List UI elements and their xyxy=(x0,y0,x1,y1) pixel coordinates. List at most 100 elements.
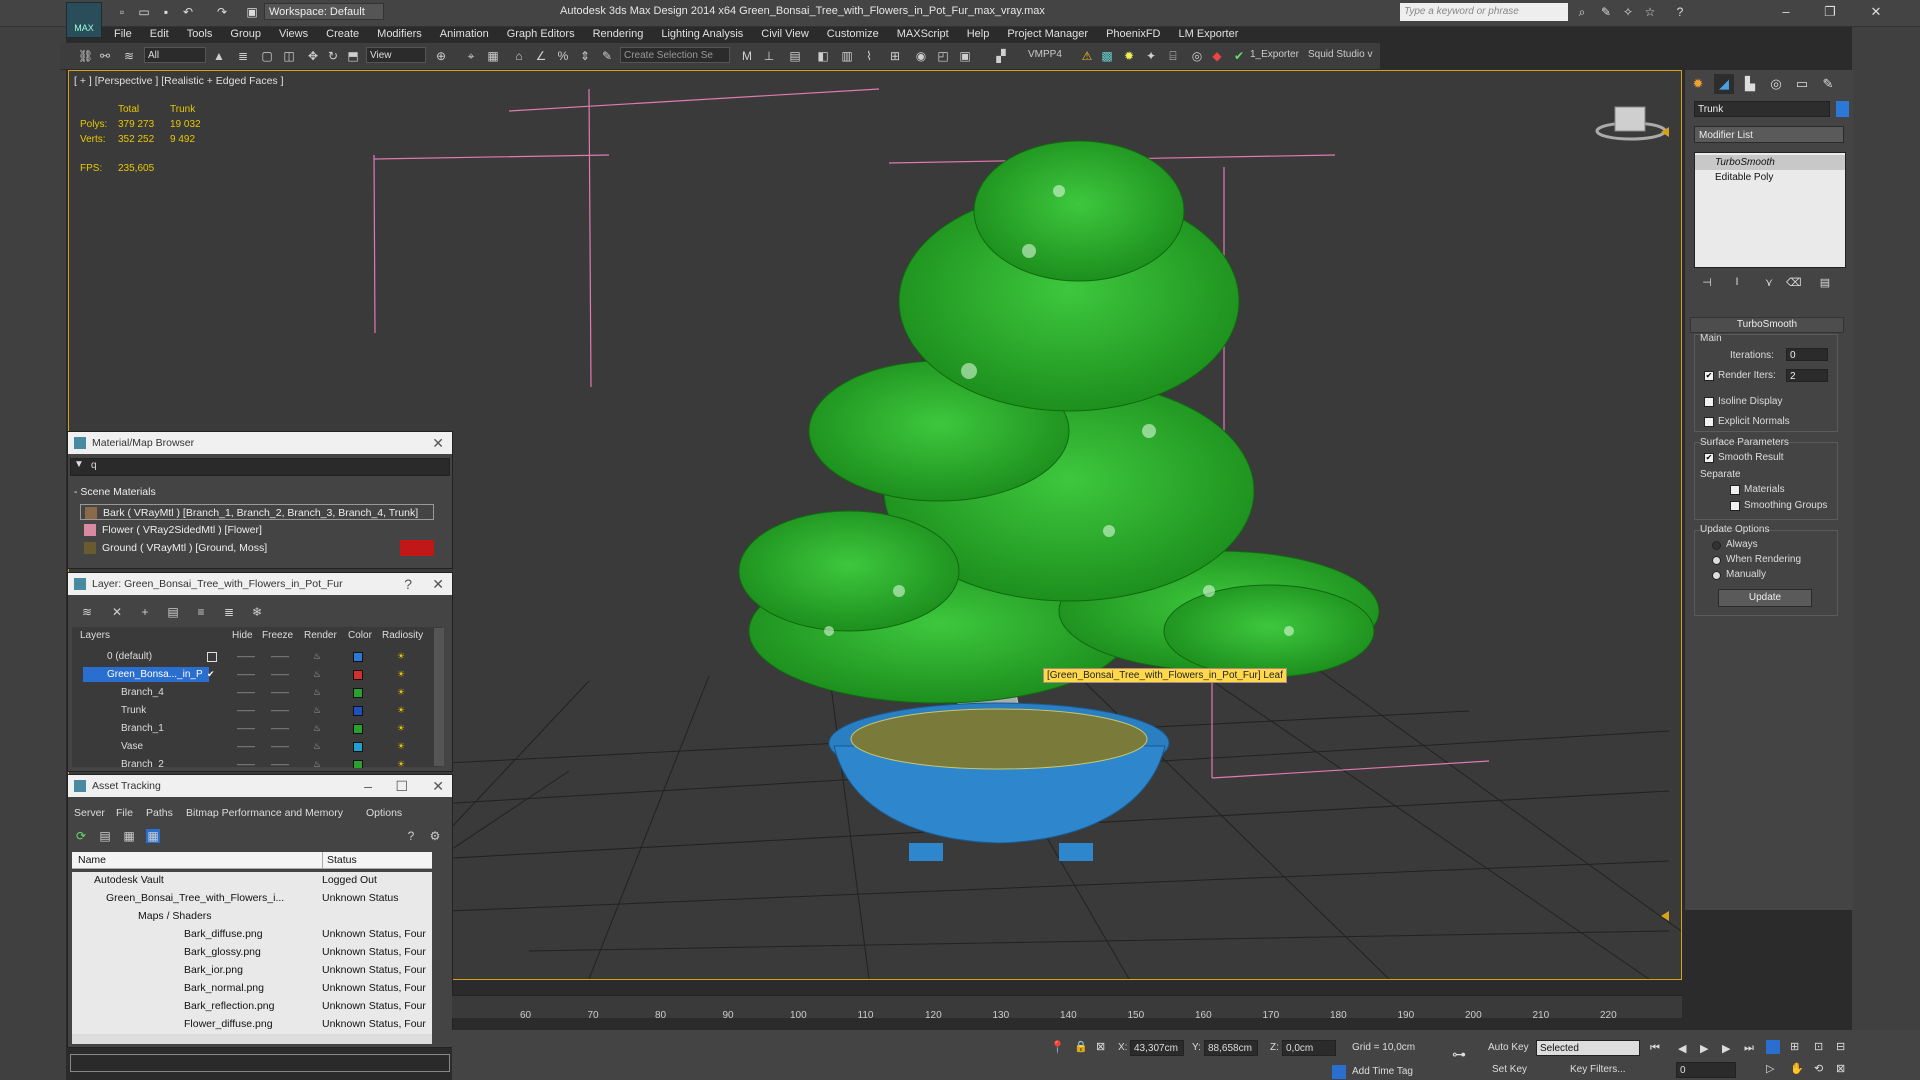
bind-spacewarp-icon[interactable]: ≋ xyxy=(122,49,136,63)
material-browser-titlebar[interactable]: Material/Map Browser ✕ xyxy=(68,432,452,454)
layers-header[interactable]: Layers xyxy=(80,630,110,641)
lens-icon[interactable]: ◎ xyxy=(1190,49,1204,63)
menu-tools[interactable]: Tools xyxy=(178,25,222,43)
schematic-view-icon[interactable]: ⊞ xyxy=(888,49,902,63)
render-teapot-icon[interactable]: ♨ xyxy=(313,738,321,755)
menu-views[interactable]: Views xyxy=(270,25,317,43)
asset-row[interactable]: Maps / Shaders xyxy=(72,908,432,927)
radiosity-icon[interactable]: ☀ xyxy=(397,648,405,665)
render-header[interactable]: Render xyxy=(304,630,337,641)
refresh-icon[interactable]: ⟳ xyxy=(74,829,88,843)
squid-studio-label[interactable]: Squid Studio v xyxy=(1308,49,1373,60)
radiosity-icon[interactable]: ☀ xyxy=(397,738,405,755)
graphite-ribbon-icon[interactable]: ▥ xyxy=(840,49,854,63)
object-color-swatch[interactable] xyxy=(1836,101,1849,117)
orbit-icon[interactable]: ⟲ xyxy=(1814,1062,1823,1075)
absolute-mode-icon[interactable]: ⊠ xyxy=(1096,1040,1105,1053)
hide-toggle[interactable]: —— xyxy=(237,702,255,719)
material-item[interactable]: Bark ( VRayMtl ) [Branch_1, Branch_2, Br… xyxy=(80,504,434,520)
edit-named-sets-icon[interactable]: ✎ xyxy=(600,49,614,63)
layer-row[interactable]: Green_Bonsa..._in_P ✔ —— —— ♨ ☀ xyxy=(77,666,447,683)
close-icon[interactable]: ✕ xyxy=(432,573,444,595)
active-layer-box[interactable] xyxy=(207,652,217,662)
current-layer-check-icon[interactable]: ✔ xyxy=(207,666,215,683)
menu-file[interactable]: File xyxy=(105,25,141,43)
iterations-spinner[interactable]: 0 xyxy=(1786,348,1828,361)
scene-materials-header[interactable]: - Scene Materials xyxy=(74,486,156,498)
hide-header[interactable]: Hide xyxy=(232,630,253,641)
select-rotate-icon[interactable]: ↻ xyxy=(326,49,340,63)
render-teapot-icon[interactable]: ♨ xyxy=(313,648,321,665)
layer-color-swatch[interactable] xyxy=(353,760,363,768)
align-icon[interactable]: ⊥ xyxy=(762,49,776,63)
hide-toggle[interactable]: —— xyxy=(237,738,255,755)
menu-group[interactable]: Group xyxy=(221,25,270,43)
update-button[interactable]: Update xyxy=(1718,589,1812,607)
redo-icon[interactable]: ↷ xyxy=(214,4,230,20)
menu-create[interactable]: Create xyxy=(317,25,368,43)
asset-row[interactable]: Flower_diffuse.png Unknown Status, Four xyxy=(72,1016,432,1035)
status-column-header[interactable]: Status xyxy=(322,852,357,868)
light-lister-icon[interactable]: ✹ xyxy=(1122,49,1136,63)
add-to-layer-icon[interactable]: + xyxy=(138,605,152,619)
asset-menu-bitmap[interactable]: Bitmap Performance and Memory xyxy=(186,807,343,819)
hide-toggle[interactable]: —— xyxy=(237,720,255,737)
maxscript-listener-input[interactable] xyxy=(70,1054,450,1072)
asset-horizontal-scrollbar[interactable] xyxy=(72,1034,432,1044)
select-by-name-icon[interactable]: ≣ xyxy=(236,49,250,63)
smoothing-groups-checkbox[interactable] xyxy=(1730,501,1740,511)
y-coordinate-field[interactable]: 88,658cm xyxy=(1204,1040,1258,1056)
zoom-extents-all-icon[interactable]: ⊟ xyxy=(1836,1040,1845,1053)
freeze-toggle[interactable]: —— xyxy=(271,666,289,683)
exporter-label[interactable]: 1_Exporter xyxy=(1250,49,1299,60)
favorites-star-icon[interactable]: ☆ xyxy=(1642,4,1658,20)
menu-animation[interactable]: Animation xyxy=(431,25,498,43)
vray-frame-buffer-icon[interactable]: ▩ xyxy=(1100,49,1114,63)
asset-tracking-titlebar[interactable]: Asset Tracking – ☐ ✕ xyxy=(68,775,452,797)
help-icon[interactable]: ? xyxy=(404,573,412,595)
angle-snap-icon[interactable]: ∠ xyxy=(534,49,548,63)
menu-modifiers[interactable]: Modifiers xyxy=(368,25,431,43)
name-column-header[interactable]: Name xyxy=(78,852,106,868)
communication-icon[interactable]: ✧ xyxy=(1620,4,1636,20)
red-record-icon[interactable]: ◆ xyxy=(1210,49,1224,63)
layer-color-swatch[interactable] xyxy=(353,706,363,716)
render-teapot-icon[interactable]: ♨ xyxy=(313,702,321,719)
asset-row[interactable]: Bark_glossy.png Unknown Status, Four xyxy=(72,944,432,963)
help-icon[interactable]: ? xyxy=(404,829,418,843)
time-tag-icon[interactable] xyxy=(1332,1065,1346,1079)
freeze-header[interactable]: Freeze xyxy=(262,630,293,641)
lock-icon[interactable]: 🔒 xyxy=(1074,1040,1088,1053)
layer-row[interactable]: Branch_1 —— —— ♨ ☀ xyxy=(77,720,447,737)
material-item[interactable]: Flower ( VRay2SidedMtl ) [Flower] xyxy=(80,522,434,538)
stack-item-editable-poly[interactable]: Editable Poly xyxy=(1695,170,1845,185)
hide-toggle[interactable]: —— xyxy=(237,648,255,665)
freeze-toggle[interactable]: —— xyxy=(271,684,289,701)
modifier-list-dropdown[interactable]: Modifier List xyxy=(1694,126,1844,143)
show-end-result-icon[interactable]: Ι xyxy=(1730,276,1744,290)
materials-checkbox[interactable] xyxy=(1730,485,1740,495)
manually-radio[interactable] xyxy=(1712,571,1721,580)
create-layer-icon[interactable]: ≋ xyxy=(80,605,94,619)
search-input[interactable]: Type a keyword or phrase xyxy=(1400,3,1568,21)
menu-edit[interactable]: Edit xyxy=(141,25,178,43)
render-teapot-icon[interactable]: ♨ xyxy=(313,666,321,683)
mirror-icon[interactable]: M xyxy=(740,49,754,63)
link-icon[interactable]: ⛓ xyxy=(78,49,93,63)
keyboard-shortcut-icon[interactable]: ▦ xyxy=(486,49,500,63)
freeze-toggle[interactable]: —— xyxy=(271,648,289,665)
percent-snap-icon[interactable]: % xyxy=(556,49,570,63)
render-teapot-icon[interactable]: ♨ xyxy=(313,720,321,737)
project-folder-icon[interactable]: ▣ xyxy=(244,4,260,20)
render-teapot-icon[interactable]: ♨ xyxy=(313,684,321,701)
next-frame-icon[interactable]: ▶ xyxy=(1722,1042,1730,1055)
menu-customize[interactable]: Customize xyxy=(818,25,888,43)
help-icon[interactable]: ? xyxy=(1672,4,1688,20)
spinner-snap-icon[interactable]: ⇕ xyxy=(578,49,592,63)
layer-row[interactable]: Vase —— —— ♨ ☀ xyxy=(77,738,447,755)
stack-item-turbosmooth[interactable]: TurboSmooth xyxy=(1695,155,1845,170)
vray-toolbar-icon[interactable]: ▞ xyxy=(994,49,1008,63)
key-mode-dropdown[interactable]: Selected xyxy=(1536,1040,1640,1056)
set-key-icon[interactable]: ⊶ xyxy=(1452,1046,1466,1063)
green-check-icon[interactable]: ✔ xyxy=(1232,49,1246,63)
